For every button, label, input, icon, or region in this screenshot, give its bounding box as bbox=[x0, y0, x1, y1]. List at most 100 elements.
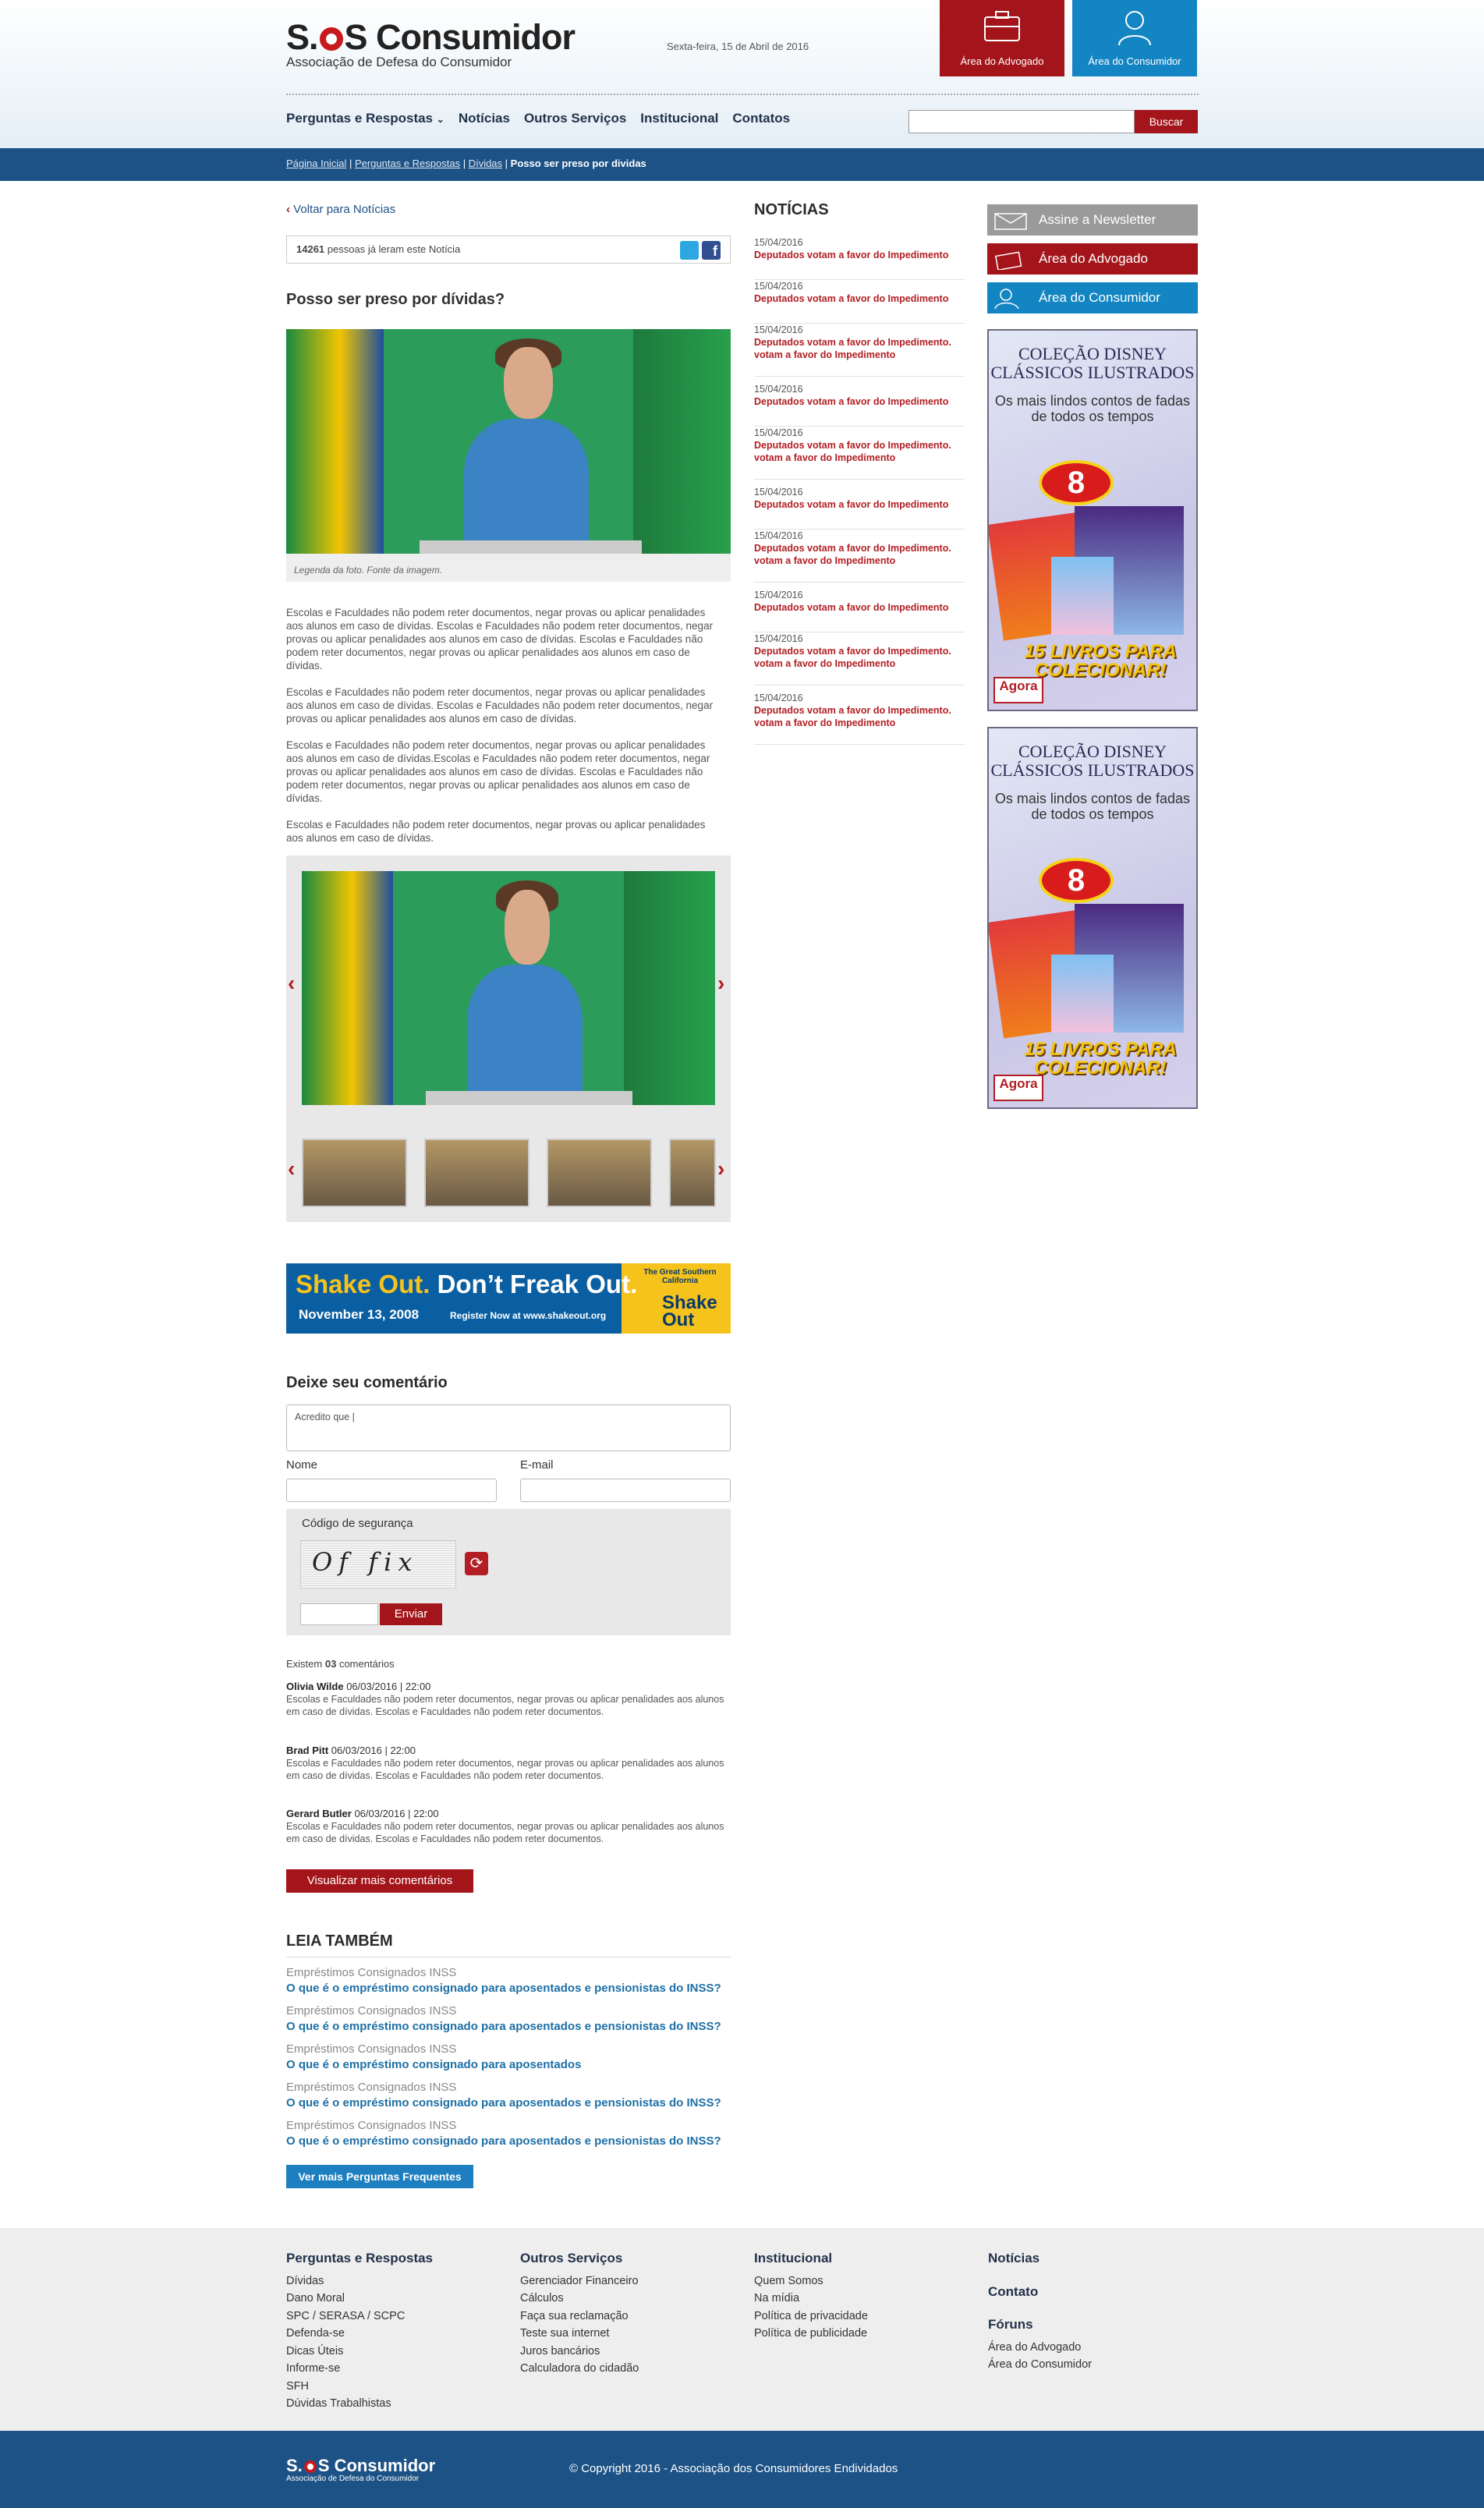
news-title[interactable]: Deputados votam a favor do Impedimento. … bbox=[754, 542, 965, 567]
area-consumidor-button[interactable]: Área do Consumidor bbox=[1072, 0, 1197, 76]
captcha-input[interactable] bbox=[300, 1603, 378, 1625]
news-item[interactable]: 15/04/2016 Deputados votam a favor do Imp… bbox=[754, 383, 965, 427]
news-item[interactable]: 15/04/2016 Deputados votam a favor do Imp… bbox=[754, 236, 965, 280]
site-logo[interactable]: S. S Consumidor Associação de Defesa do C… bbox=[286, 17, 576, 70]
back-link[interactable]: ‹ Voltar para Notícias bbox=[286, 203, 395, 216]
footer-link[interactable]: Teste sua internet bbox=[520, 2325, 639, 2343]
nav-institucional[interactable]: Institucional bbox=[640, 111, 718, 126]
footer-link[interactable]: Gerenciador Financeiro bbox=[520, 2272, 639, 2290]
breadcrumb-dividas[interactable]: Dívidas bbox=[469, 158, 502, 169]
footer-link[interactable]: Defenda-se bbox=[286, 2325, 433, 2343]
breadcrumb-perguntas[interactable]: Perguntas e Respostas bbox=[355, 158, 460, 169]
comment-author: Gerard Butler bbox=[286, 1808, 352, 1819]
news-title[interactable]: Deputados votam a favor do Impedimento bbox=[754, 249, 965, 261]
news-item[interactable]: 15/04/2016 Deputados votam a favor do Imp… bbox=[754, 280, 965, 324]
footer-link[interactable]: Área do Advogado bbox=[988, 2339, 1092, 2357]
ad-badge-main: Shake Out bbox=[662, 1292, 717, 1330]
envelope-icon bbox=[994, 213, 1027, 230]
news-title[interactable]: Deputados votam a favor do Impedimento. … bbox=[754, 704, 965, 729]
footer-link[interactable]: Juros bancários bbox=[520, 2343, 639, 2361]
related-link[interactable]: O que é o empréstimo consignado para apo… bbox=[286, 2134, 721, 2148]
footer-logo[interactable]: S. S Consumidor Associação de Defesa do C… bbox=[286, 2456, 435, 2483]
footer-link[interactable]: Dano Moral bbox=[286, 2290, 433, 2308]
email-field[interactable] bbox=[520, 1479, 731, 1502]
news-item[interactable]: 15/04/2016 Deputados votam a favor do Imp… bbox=[754, 692, 965, 745]
news-title[interactable]: Deputados votam a favor do Impedimento bbox=[754, 395, 965, 408]
disney-ad-subtitle: Os mais lindos contos de fadas de todos … bbox=[994, 791, 1191, 822]
shakeout-ad-banner[interactable]: Shake Out. Don’t Freak Out. November 13,… bbox=[286, 1263, 731, 1334]
news-item[interactable]: 15/04/2016 Deputados votam a favor do Imp… bbox=[754, 530, 965, 583]
footer-link[interactable]: SPC / SERASA / SCPC bbox=[286, 2308, 433, 2326]
nav-perguntas[interactable]: Perguntas e Respostas ⌄ bbox=[286, 111, 444, 126]
news-title[interactable]: Deputados votam a favor do Impedimento. … bbox=[754, 336, 965, 361]
footer-noticias-link[interactable]: Notícias bbox=[988, 2250, 1092, 2268]
footer-link[interactable]: Área do Consumidor bbox=[988, 2356, 1092, 2374]
footer-col-perguntas: Perguntas e Respostas Dívidas Dano Moral S… bbox=[286, 2250, 433, 2413]
twitter-share-icon[interactable] bbox=[680, 241, 699, 260]
thumbs-next-icon[interactable]: › bbox=[717, 1157, 724, 1181]
footer-link[interactable]: Dúvidas Trabalhistas bbox=[286, 2395, 433, 2413]
disney-ad[interactable]: COLEÇÃO DISNEY CLÁSSICOS ILUSTRADOS Os m… bbox=[987, 727, 1198, 1109]
more-faq-button[interactable]: Ver mais Perguntas Frequentes bbox=[286, 2165, 473, 2188]
nav-noticias[interactable]: Notícias bbox=[459, 111, 510, 126]
briefcase-icon bbox=[984, 11, 1020, 41]
footer-heading[interactable]: Perguntas e Respostas bbox=[286, 2250, 433, 2268]
footer-heading[interactable]: Outros Serviços bbox=[520, 2250, 639, 2268]
gallery-thumbnail[interactable] bbox=[424, 1139, 529, 1207]
news-item[interactable]: 15/04/2016 Deputados votam a favor do Imp… bbox=[754, 486, 965, 530]
facebook-share-icon[interactable]: f bbox=[702, 241, 721, 260]
nav-contatos[interactable]: Contatos bbox=[732, 111, 790, 126]
footer-link[interactable]: Faça sua reclamação bbox=[520, 2308, 639, 2326]
news-title[interactable]: Deputados votam a favor do Impedimento. … bbox=[754, 645, 965, 670]
footer-heading[interactable]: Institucional bbox=[754, 2250, 868, 2268]
footer-link[interactable]: Cálculos bbox=[520, 2290, 639, 2308]
footer-foruns-heading[interactable]: Fóruns bbox=[988, 2316, 1092, 2334]
disney-ad[interactable]: COLEÇÃO DISNEY CLÁSSICOS ILUSTRADOS Os m… bbox=[987, 329, 1198, 711]
submit-button[interactable]: Enviar bbox=[380, 1603, 442, 1625]
footer-link[interactable]: Calculadora do cidadão bbox=[520, 2360, 639, 2378]
news-title[interactable]: Deputados votam a favor do Impedimento. … bbox=[754, 439, 965, 464]
news-item[interactable]: 15/04/2016 Deputados votam a favor do Imp… bbox=[754, 632, 965, 685]
sidebar-consumidor-label: Área do Consumidor bbox=[1039, 290, 1160, 305]
footer-link[interactable]: Na mídia bbox=[754, 2290, 868, 2308]
more-comments-button[interactable]: Visualizar mais comentários bbox=[286, 1869, 473, 1893]
news-item[interactable]: 15/04/2016 Deputados votam a favor do Imp… bbox=[754, 589, 965, 632]
footer-link[interactable]: Informe-se bbox=[286, 2360, 433, 2378]
breadcrumb-home[interactable]: Página Inicial bbox=[286, 158, 346, 169]
news-title[interactable]: Deputados votam a favor do Impedimento bbox=[754, 498, 965, 511]
sidebar-consumidor-button[interactable]: Área do Consumidor bbox=[987, 282, 1198, 314]
footer-link[interactable]: Quem Somos bbox=[754, 2272, 868, 2290]
footer-link[interactable]: Dicas Úteis bbox=[286, 2343, 433, 2361]
news-item[interactable]: 15/04/2016 Deputados votam a favor do Imp… bbox=[754, 427, 965, 480]
footer-link[interactable]: Dívidas bbox=[286, 2272, 433, 2290]
comment-textarea[interactable]: Acredito que | bbox=[286, 1405, 731, 1451]
footer-link[interactable]: SFH bbox=[286, 2378, 433, 2396]
news-title[interactable]: Deputados votam a favor do Impedimento bbox=[754, 292, 965, 305]
related-link[interactable]: O que é o empréstimo consignado para apo… bbox=[286, 2058, 581, 2071]
area-advogado-button[interactable]: Área do Advogado bbox=[940, 0, 1064, 76]
related-category: Empréstimos Consignados INSS bbox=[286, 2004, 457, 2017]
news-item[interactable]: 15/04/2016 Deputados votam a favor do Imp… bbox=[754, 324, 965, 377]
news-title[interactable]: Deputados votam a favor do Impedimento bbox=[754, 601, 965, 614]
gallery-prev-icon[interactable]: ‹ bbox=[288, 971, 295, 996]
search-input[interactable] bbox=[908, 110, 1135, 133]
comment-text: Escolas e Faculdades não podem reter doc… bbox=[286, 1821, 724, 1844]
search-button[interactable]: Buscar bbox=[1135, 110, 1198, 133]
breadcrumb-current: Posso ser preso por dividas bbox=[510, 158, 646, 169]
gallery-thumbnail[interactable] bbox=[547, 1139, 652, 1207]
name-field[interactable] bbox=[286, 1479, 497, 1502]
sidebar-advogado-button[interactable]: Área do Advogado bbox=[987, 243, 1198, 275]
thumbs-prev-icon[interactable]: ‹ bbox=[288, 1157, 295, 1181]
gallery-thumbnail[interactable] bbox=[302, 1139, 407, 1207]
refresh-icon[interactable]: ⟳ bbox=[465, 1552, 488, 1575]
newsletter-button[interactable]: Assine a Newsletter bbox=[987, 204, 1198, 236]
related-link[interactable]: O que é o empréstimo consignado para apo… bbox=[286, 1982, 721, 1995]
related-link[interactable]: O que é o empréstimo consignado para apo… bbox=[286, 2096, 721, 2109]
gallery-thumbnail[interactable] bbox=[669, 1139, 716, 1207]
footer-link[interactable]: Política de privacidade bbox=[754, 2308, 868, 2326]
nav-outros-servicos[interactable]: Outros Serviços bbox=[524, 111, 626, 126]
gallery-next-icon[interactable]: › bbox=[717, 971, 724, 996]
footer-contato-link[interactable]: Contato bbox=[988, 2283, 1092, 2301]
footer-link[interactable]: Política de publicidade bbox=[754, 2325, 868, 2343]
related-link[interactable]: O que é o empréstimo consignado para apo… bbox=[286, 2020, 721, 2033]
